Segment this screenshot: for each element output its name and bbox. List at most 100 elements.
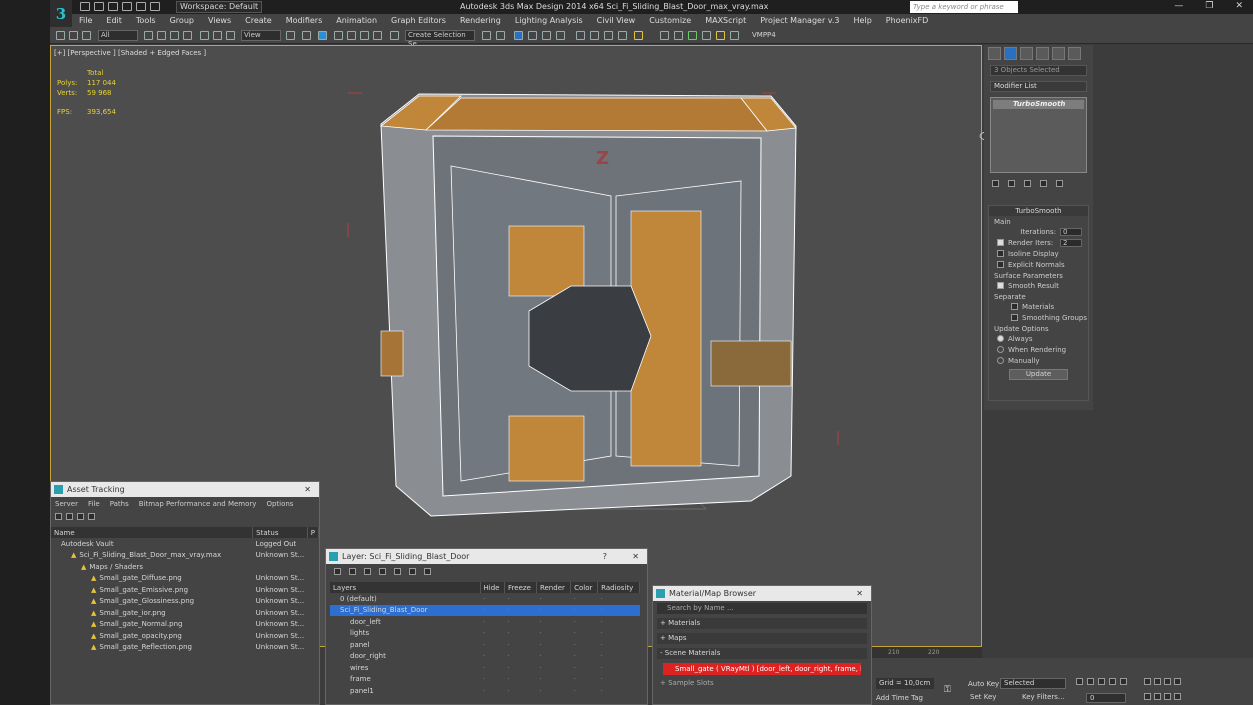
vray-render-icon[interactable] [674,31,683,40]
asset-menu-bitmap[interactable]: Bitmap Performance and Memory [139,500,257,508]
layer-freeze-toggle[interactable]: · [505,674,537,686]
list-view-icon[interactable] [66,513,73,520]
previous-frame-icon[interactable] [1087,678,1094,685]
render-setup-icon[interactable] [590,31,599,40]
iterations-spinner[interactable]: 0 [1060,227,1082,236]
layer-row[interactable]: panel · · · · · [330,639,640,651]
pin-stack-icon[interactable] [992,180,999,187]
menu-file[interactable]: File [72,16,99,25]
asset-menu-paths[interactable]: Paths [110,500,129,508]
layer-radiosity-toggle[interactable]: · [598,651,640,663]
layer-row[interactable]: frame · · · · · [330,674,640,686]
layer-col-freeze[interactable]: Freeze [504,582,537,593]
hierarchy-tab-icon[interactable] [1020,47,1033,60]
search-input[interactable]: Type a keyword or phrase [910,1,1018,13]
play-icon[interactable] [1098,678,1105,685]
layer-name[interactable]: frame [330,674,480,686]
layer-name[interactable]: Sci_Fi_Sliding_Blast_Door [330,605,480,617]
workspace-dropdown[interactable]: Workspace: Default [176,1,262,13]
next-frame-icon[interactable] [1109,678,1116,685]
select-layer-icon[interactable] [379,568,386,575]
selection-filter-dropdown[interactable]: All [98,30,138,41]
modifier-list-dropdown[interactable]: Modifier List [990,81,1087,92]
layer-col-render[interactable]: Render [536,582,572,593]
layer-name[interactable]: 0 (default) [330,593,480,605]
make-unique-icon[interactable] [1024,180,1031,187]
menu-edit[interactable]: Edit [99,16,129,25]
refresh-icon[interactable] [55,513,62,520]
region-icon[interactable] [170,31,179,40]
create-layer-icon[interactable] [334,568,341,575]
smoothing-groups-checkbox[interactable] [1011,314,1018,321]
asset-menu-server[interactable]: Server [55,500,78,508]
menu-group[interactable]: Group [163,16,201,25]
tree-view-icon[interactable] [77,513,84,520]
layer-name[interactable]: wires [330,662,480,674]
go-to-end-icon[interactable] [1120,678,1127,685]
layer-render-toggle[interactable]: · [536,662,570,674]
layer-row[interactable]: door_left · · · · · [330,616,640,628]
angle-snap-icon[interactable] [347,31,356,40]
asset-menu-file[interactable]: File [88,500,100,508]
layer-freeze-toggle[interactable]: · [505,605,537,617]
schematic-view-icon[interactable] [556,31,565,40]
rotate-icon[interactable] [213,31,222,40]
keyboard-shortcut-icon[interactable] [318,31,327,40]
layer-freeze-toggle[interactable]: · [505,685,537,697]
scene-explorer-icon[interactable] [528,31,537,40]
window-crossing-icon[interactable] [183,31,192,40]
asset-row[interactable]: ▲ Small_gate_Reflection.png Unknown St... [51,642,319,654]
layer-render-toggle[interactable]: · [536,605,570,617]
layer-radiosity-toggle[interactable]: · [598,674,640,686]
manually-radio[interactable] [997,357,1004,364]
zoom-extents-icon[interactable] [1164,678,1171,685]
asset-row[interactable]: ▲ Small_gate_opacity.png Unknown St... [51,630,319,642]
layer-render-toggle[interactable]: · [536,685,570,697]
layer-color-swatch[interactable]: · [571,616,598,628]
menu-create[interactable]: Create [238,16,279,25]
motion-tab-icon[interactable] [1036,47,1049,60]
warning-icon[interactable] [634,31,643,40]
layer-freeze-toggle[interactable]: · [505,616,537,628]
maximize-viewport-icon[interactable] [1174,693,1181,700]
update-button[interactable]: Update [1009,369,1068,380]
layer-name[interactable]: door_right [330,651,480,663]
app-logo[interactable]: 3 [50,0,72,27]
menu-phoenixfd[interactable]: PhoenixFD [879,16,936,25]
layer-radiosity-toggle[interactable]: · [598,639,640,651]
explicit-normals-checkbox[interactable] [997,261,1004,268]
maps-group[interactable]: + Maps [657,633,867,644]
layer-hide-toggle[interactable]: · [480,593,505,605]
link-icon[interactable] [56,31,65,40]
menu-project-manager[interactable]: Project Manager v.3 [753,16,846,25]
undo-icon[interactable] [122,2,132,11]
key-icon[interactable]: ⚿ [944,685,951,695]
menu-tools[interactable]: Tools [129,16,163,25]
layer-row[interactable]: 0 (default) · · · · · [330,593,640,605]
add-to-layer-icon[interactable] [364,568,371,575]
curve-editor-icon[interactable] [542,31,551,40]
layer-render-toggle[interactable]: · [536,616,570,628]
layer-freeze-toggle[interactable]: · [505,593,537,605]
layer-render-toggle[interactable]: · [536,593,570,605]
go-to-start-icon[interactable] [1076,678,1083,685]
layer-row[interactable]: Sci_Fi_Sliding_Blast_Door · · · · · [330,604,640,617]
vmpp-label[interactable]: VMPP4 [752,31,776,39]
project-icon[interactable] [150,2,160,11]
current-frame-field[interactable]: 0 [1086,693,1126,703]
menu-modifiers[interactable]: Modifiers [279,16,330,25]
configure-sets-icon[interactable] [1056,180,1063,187]
zoom-icon[interactable] [1144,678,1151,685]
always-radio[interactable] [997,335,1004,342]
show-end-result-icon[interactable] [1008,180,1015,187]
remove-modifier-icon[interactable] [1040,180,1047,187]
snaps-icon[interactable] [334,31,343,40]
layer-row[interactable]: lights · · · · · [330,628,640,640]
new-icon[interactable] [80,2,90,11]
isoline-checkbox[interactable] [997,250,1004,257]
layer-row[interactable]: door_right · · · · · [330,651,640,663]
pan-icon[interactable] [1154,693,1161,700]
layer-name[interactable]: lights [330,628,480,640]
layer-freeze-toggle[interactable]: · [505,651,537,663]
layer-radiosity-toggle[interactable]: · [598,605,640,617]
